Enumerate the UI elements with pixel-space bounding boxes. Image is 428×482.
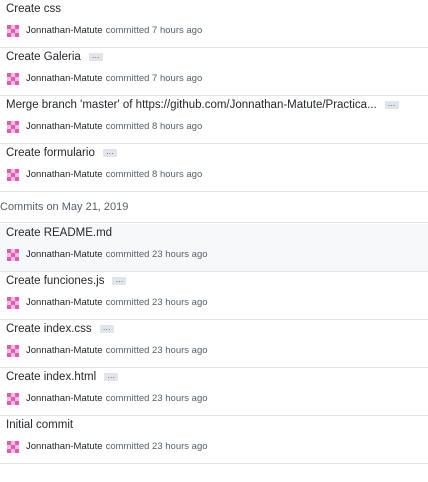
commit-message[interactable]: Create index.html…: [6, 371, 119, 383]
expand-ellipsis-button[interactable]: …: [384, 100, 399, 109]
commit-author[interactable]: Jonnathan-Matute: [26, 393, 103, 404]
avatar-icon[interactable]: [6, 439, 20, 454]
commit-row: Merge branch 'master' of https://github.…: [0, 96, 428, 144]
commit-meta: Jonnathan-Matute committed 7 hours ago: [6, 71, 202, 86]
commit-row: Create css Jonnathan-Matute committed 7 …: [0, 0, 428, 48]
commit-row: Create index.css… Jonnathan-Matute commi…: [0, 320, 428, 368]
avatar-icon[interactable]: [6, 119, 20, 134]
expand-ellipsis-button[interactable]: …: [112, 276, 127, 285]
commit-meta: Jonnathan-Matute committed 7 hours ago: [6, 23, 202, 38]
avatar-icon[interactable]: [6, 343, 20, 358]
commit-author[interactable]: Jonnathan-Matute: [26, 73, 103, 84]
commit-group-header: Commits on May 21, 2019: [0, 192, 428, 223]
commit-author[interactable]: Jonnathan-Matute: [26, 169, 103, 180]
commit-author[interactable]: Jonnathan-Matute: [26, 249, 103, 260]
commit-author[interactable]: Jonnathan-Matute: [26, 441, 103, 452]
commit-row: Initial commit Jonnathan-Matute committe…: [0, 416, 428, 464]
commit-list-top: Create css Jonnathan-Matute committed 7 …: [0, 0, 428, 192]
avatar-icon[interactable]: [6, 391, 20, 406]
commit-row: Create Galeria… Jonnathan-Matute committ…: [0, 48, 428, 96]
commit-time: committed 8 hours ago: [105, 169, 203, 180]
commit-author[interactable]: Jonnathan-Matute: [26, 297, 103, 308]
avatar-icon[interactable]: [6, 23, 20, 38]
commit-time: committed 23 hours ago: [105, 345, 208, 356]
commit-meta: Jonnathan-Matute committed 23 hours ago: [6, 439, 208, 454]
commit-message[interactable]: Create Galeria…: [6, 51, 103, 63]
commit-meta: Jonnathan-Matute committed 23 hours ago: [6, 391, 208, 406]
commit-list-bottom: Create README.md Jonnathan-Matute commit…: [0, 224, 428, 464]
commit-message[interactable]: Create formulario…: [6, 147, 117, 159]
commit-time: committed 7 hours ago: [105, 73, 203, 84]
commit-time: committed 23 hours ago: [105, 297, 208, 308]
commit-meta: Jonnathan-Matute committed 23 hours ago: [6, 247, 208, 262]
commit-time: committed 23 hours ago: [105, 249, 208, 260]
commit-message[interactable]: Create funciones.js…: [6, 275, 127, 287]
avatar-icon[interactable]: [6, 247, 20, 262]
expand-ellipsis-button[interactable]: …: [102, 148, 117, 157]
commit-row: Create README.md Jonnathan-Matute commit…: [0, 224, 428, 272]
commit-row: Create formulario… Jonnathan-Matute comm…: [0, 144, 428, 192]
commit-message[interactable]: Initial commit: [6, 419, 73, 431]
commit-time: committed 23 hours ago: [105, 441, 208, 452]
commit-row: Create index.html… Jonnathan-Matute comm…: [0, 368, 428, 416]
expand-ellipsis-button[interactable]: …: [99, 324, 114, 333]
commit-author[interactable]: Jonnathan-Matute: [26, 25, 103, 36]
commit-time: committed 23 hours ago: [105, 393, 208, 404]
expand-ellipsis-button[interactable]: …: [88, 52, 103, 61]
commit-time: committed 8 hours ago: [105, 121, 203, 132]
commit-message[interactable]: Merge branch 'master' of https://github.…: [6, 99, 399, 111]
commit-message[interactable]: Create index.css…: [6, 323, 114, 335]
commit-author[interactable]: Jonnathan-Matute: [26, 345, 103, 356]
commit-meta: Jonnathan-Matute committed 8 hours ago: [6, 119, 202, 134]
commit-meta: Jonnathan-Matute committed 8 hours ago: [6, 167, 202, 182]
avatar-icon[interactable]: [6, 71, 20, 86]
avatar-icon[interactable]: [6, 167, 20, 182]
commit-meta: Jonnathan-Matute committed 23 hours ago: [6, 343, 208, 358]
commit-meta: Jonnathan-Matute committed 23 hours ago: [6, 295, 208, 310]
expand-ellipsis-button[interactable]: …: [104, 372, 119, 381]
commit-author[interactable]: Jonnathan-Matute: [26, 121, 103, 132]
commit-time: committed 7 hours ago: [105, 25, 203, 36]
commit-row: Create funciones.js… Jonnathan-Matute co…: [0, 272, 428, 320]
commit-message[interactable]: Create README.md: [6, 227, 112, 239]
avatar-icon[interactable]: [6, 295, 20, 310]
commit-message[interactable]: Create css: [6, 3, 61, 15]
